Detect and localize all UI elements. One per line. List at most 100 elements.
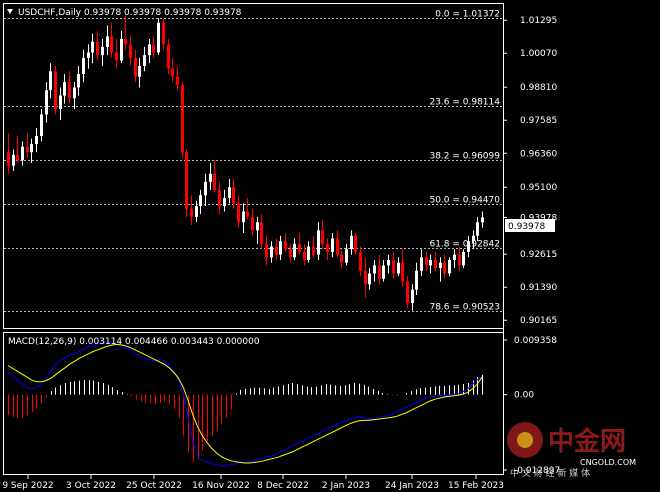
candle	[152, 36, 155, 58]
watermark: 中金网 CNGOLD.COM 中 文 财 经 新 媒 体	[500, 415, 650, 479]
candle-body	[185, 152, 188, 209]
candle	[54, 65, 57, 115]
candle	[68, 71, 71, 104]
candle-body	[138, 65, 141, 77]
candle-body	[439, 262, 442, 269]
candle	[359, 246, 362, 277]
candle-body	[40, 114, 43, 136]
candle	[429, 254, 432, 274]
candle	[378, 254, 381, 285]
candle-body	[368, 273, 371, 285]
time-tick-label: 2 Jan 2023	[322, 481, 370, 491]
candle	[237, 195, 240, 228]
candle-body	[148, 44, 151, 56]
candle-body	[359, 251, 362, 271]
candle	[350, 230, 353, 255]
fib-label: 78.6 = 0.90523	[429, 303, 500, 313]
candle	[82, 49, 85, 83]
candle	[204, 173, 207, 207]
candle-body	[458, 254, 461, 266]
candle	[73, 82, 76, 110]
current-price-marker: 0.93978	[505, 219, 555, 232]
candle	[120, 30, 123, 64]
candle-body	[213, 173, 216, 190]
candle-body	[350, 235, 353, 250]
candle-body	[82, 57, 85, 74]
candle	[293, 238, 296, 260]
candle-body	[453, 254, 456, 260]
candle-body	[467, 241, 470, 252]
candle	[115, 38, 118, 69]
candle-body	[232, 187, 235, 204]
macd-signal-line	[7, 343, 483, 464]
candle	[124, 15, 127, 50]
candle-body	[420, 257, 423, 271]
candle-body	[336, 238, 339, 255]
candle-body	[30, 144, 33, 153]
candle-body	[237, 203, 240, 223]
macd-tick-label: 0.00	[514, 391, 534, 401]
candle-body	[373, 265, 376, 274]
candle-body	[397, 262, 400, 274]
price-axis: 1.01295 1.00070 0.98810 0.97585 0.96360 0.951…	[503, 16, 557, 326]
fib-label: 50.0 = 0.94470	[429, 196, 500, 206]
candle	[246, 198, 249, 220]
candle	[49, 63, 52, 99]
candle-body	[345, 249, 348, 263]
fib-label: 0.0 = 1.01372	[435, 10, 500, 20]
candle	[12, 149, 15, 172]
candle-body	[429, 260, 432, 266]
candle-body	[167, 44, 170, 69]
candle-body	[199, 195, 202, 207]
candle	[373, 260, 376, 282]
candle-body	[401, 262, 404, 282]
candle	[317, 222, 320, 260]
candle-body	[101, 47, 104, 56]
candle-body	[406, 281, 409, 304]
candle	[242, 203, 245, 234]
candle	[387, 254, 390, 274]
time-tick-label: 9 Sep 2022	[2, 481, 53, 491]
candle-body	[425, 257, 428, 266]
candle	[453, 249, 456, 269]
price-tick-label: 0.90165	[520, 316, 557, 326]
price-tick-label: 0.96360	[520, 149, 557, 159]
candle-body	[68, 82, 71, 99]
candle-body	[16, 154, 19, 161]
candle	[476, 216, 479, 242]
candle-body	[251, 216, 254, 231]
candle-body	[354, 235, 357, 252]
candle-body	[326, 243, 329, 252]
macd-line	[7, 341, 483, 467]
candle-body	[35, 136, 38, 145]
candle	[143, 47, 146, 72]
candle-body	[481, 217, 484, 223]
candle-body	[448, 260, 451, 274]
candle	[481, 211, 484, 228]
candle	[199, 189, 202, 215]
candle-body	[87, 52, 90, 58]
collapse-arrow-icon[interactable]	[7, 9, 13, 14]
candle	[148, 38, 151, 64]
candle	[406, 276, 409, 309]
candle	[462, 249, 465, 269]
candle	[138, 57, 141, 88]
candle	[190, 195, 193, 225]
candle	[134, 49, 137, 83]
candle-body	[54, 71, 57, 110]
candle-body	[106, 36, 109, 48]
candle-body	[387, 260, 390, 266]
candle	[307, 241, 310, 263]
candle	[91, 33, 94, 64]
candle-body	[443, 262, 446, 274]
candle-body	[415, 270, 418, 290]
candle-body	[279, 241, 282, 255]
candle-body	[223, 198, 226, 207]
candle	[321, 219, 324, 250]
candle	[106, 25, 109, 56]
candle	[260, 214, 263, 250]
candle	[228, 179, 231, 204]
candle-body	[284, 241, 287, 250]
candle-body	[321, 230, 324, 244]
candle-body	[129, 44, 132, 58]
